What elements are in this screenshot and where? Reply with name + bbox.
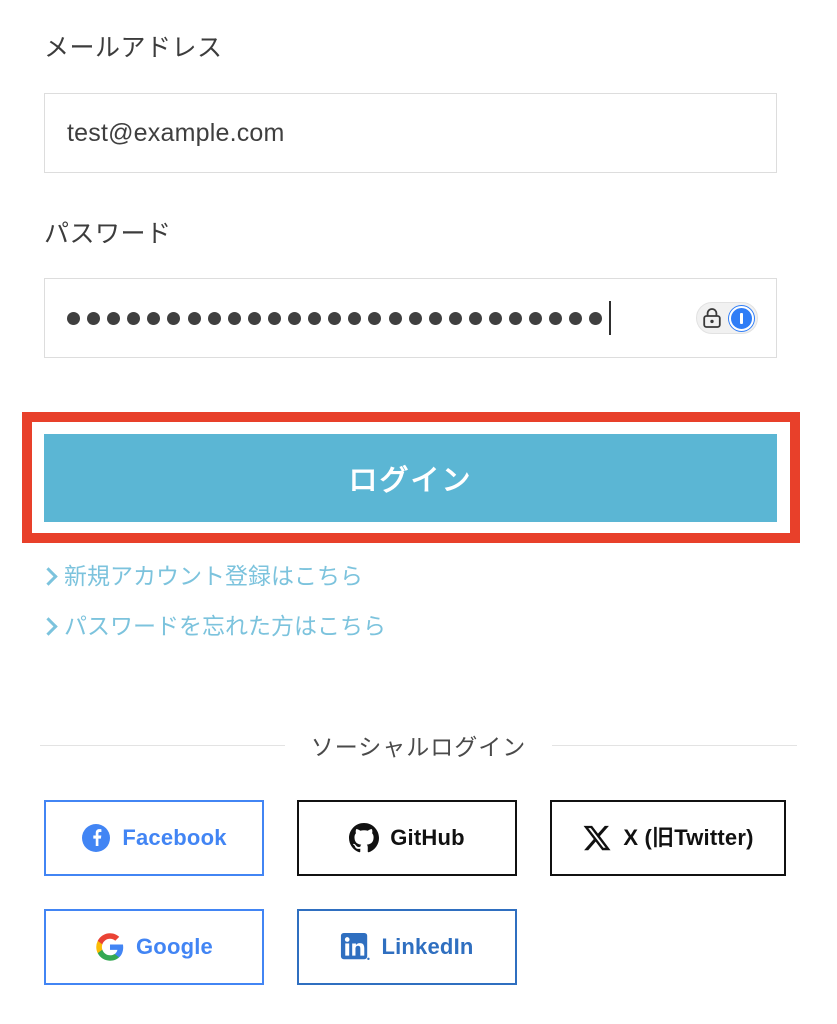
github-login-label: GitHub <box>390 825 465 850</box>
chevron-right-icon <box>39 567 58 586</box>
divider-rule-right <box>552 744 798 746</box>
divider-rule-left <box>40 744 285 746</box>
email-label: メールアドレス <box>44 34 223 62</box>
forgot-password-link[interactable]: パスワードを忘れた方はこちら <box>39 613 386 639</box>
linkedin-login-label: LinkedIn <box>381 934 474 959</box>
email-input-value: test@example.com <box>67 118 285 147</box>
password-manager-badge[interactable] <box>696 302 758 334</box>
social-login-buttons: Facebook GitHub X (旧Twitter) Google Link… <box>44 800 792 985</box>
password-dots <box>67 311 603 325</box>
github-icon <box>349 823 380 853</box>
password-input[interactable] <box>44 278 777 358</box>
forgot-password-link-label: パスワードを忘れた方はこちら <box>64 613 386 639</box>
password-label: パスワード <box>44 220 172 248</box>
x-twitter-icon <box>583 825 611 851</box>
text-caret <box>609 301 612 335</box>
github-login-button[interactable]: GitHub <box>297 800 517 876</box>
linkedin-icon <box>341 932 371 961</box>
register-link-label: 新規アカウント登録はこちら <box>64 563 363 589</box>
1password-icon <box>729 305 754 331</box>
google-login-button[interactable]: Google <box>44 909 264 985</box>
social-login-divider: ソーシャルログイン <box>40 728 798 762</box>
x-twitter-login-label: X (旧Twitter) <box>623 825 754 850</box>
social-login-divider-label: ソーシャルログイン <box>310 734 527 760</box>
login-button[interactable]: ログイン <box>44 434 777 522</box>
facebook-login-button[interactable]: Facebook <box>44 800 264 876</box>
email-input[interactable]: test@example.com <box>44 93 777 173</box>
chevron-right-icon <box>39 617 58 636</box>
lock-icon <box>703 308 721 328</box>
register-link[interactable]: 新規アカウント登録はこちら <box>39 563 363 589</box>
google-login-label: Google <box>136 934 213 959</box>
facebook-icon <box>82 824 111 852</box>
google-icon <box>96 933 124 961</box>
login-page: メールアドレス test@example.com パスワード ログイン 新規アカ… <box>0 0 837 1024</box>
x-twitter-login-button[interactable]: X (旧Twitter) <box>550 800 786 876</box>
linkedin-login-button[interactable]: LinkedIn <box>297 909 517 985</box>
facebook-login-label: Facebook <box>122 825 227 850</box>
password-masked-value <box>67 279 612 357</box>
